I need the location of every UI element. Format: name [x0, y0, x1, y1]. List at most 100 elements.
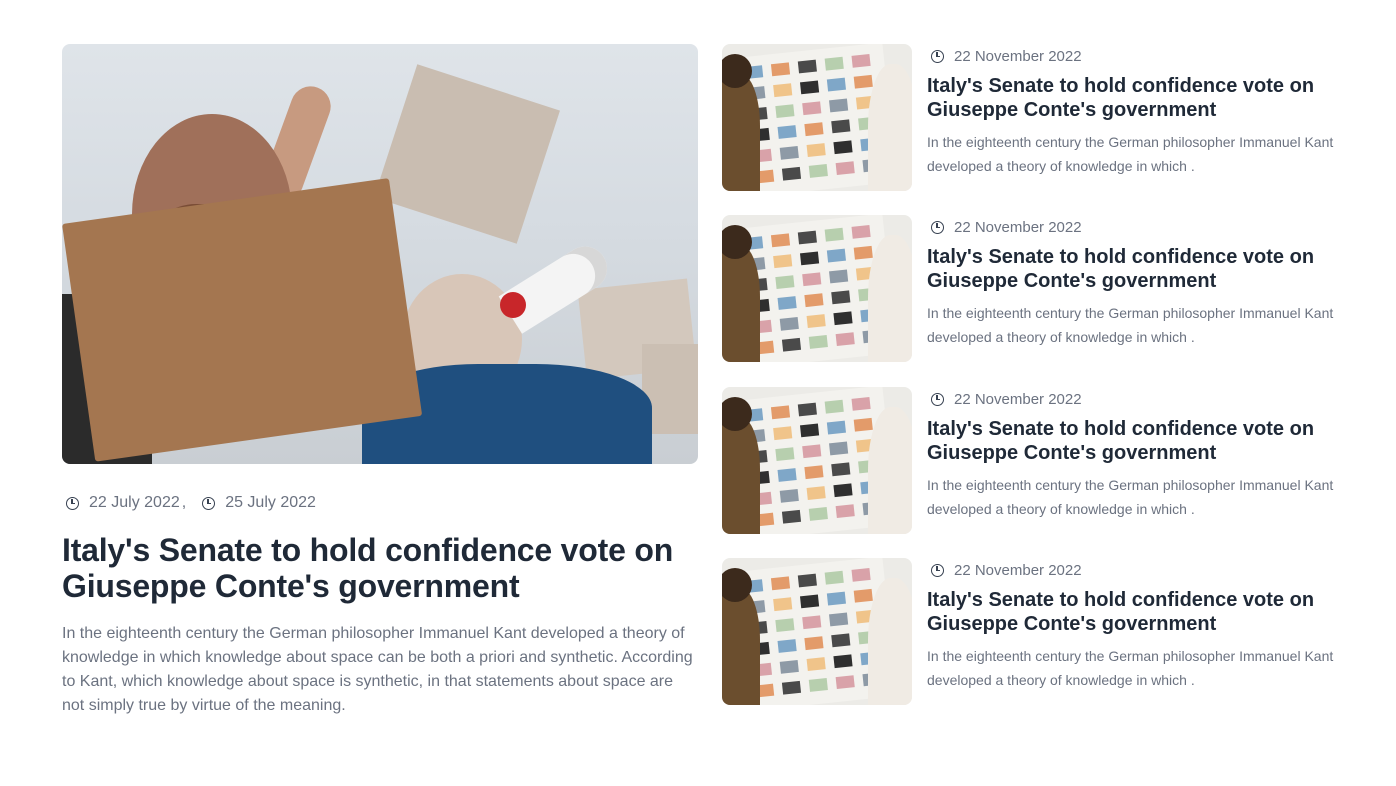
person-right: [868, 407, 912, 534]
featured-article[interactable]: 22 July 2022 , 25 July 2022 Italy's Sena…: [62, 44, 698, 718]
person-left: [722, 245, 760, 362]
board-tile: [775, 447, 795, 462]
board-tile: [833, 311, 853, 326]
board-tile: [781, 337, 802, 352]
featured-image[interactable]: [62, 44, 698, 464]
board-tile: [777, 296, 797, 310]
article-date: 22 November 2022: [954, 218, 1082, 236]
clock-icon: [931, 220, 944, 234]
list-item[interactable]: 22 November 2022 Italy's Senate to hold …: [722, 44, 1334, 191]
person-right: [868, 578, 912, 705]
board-tile: [851, 224, 871, 239]
article-title[interactable]: Italy's Senate to hold confidence vote o…: [927, 588, 1334, 636]
board-tile: [808, 335, 828, 349]
board-tile: [829, 441, 849, 456]
board-tile: [804, 465, 824, 480]
board-tile: [808, 678, 828, 692]
board-tile: [851, 567, 871, 582]
article-meta: 22 November 2022: [927, 217, 1334, 237]
article-meta: 22 November 2022: [927, 389, 1334, 409]
board-tile: [835, 675, 855, 690]
article-title[interactable]: Italy's Senate to hold confidence vote o…: [927, 245, 1334, 293]
featured-meta: 22 July 2022 , 25 July 2022: [62, 492, 698, 514]
article-date: 22 November 2022: [954, 561, 1082, 579]
person-right: [868, 64, 912, 191]
board-tile: [797, 230, 817, 245]
article-date: 22 November 2022: [954, 47, 1082, 65]
board-tile: [806, 143, 826, 157]
person-right: [868, 235, 912, 362]
board-tile: [824, 570, 844, 585]
board-tile: [779, 316, 799, 331]
board-tile: [824, 227, 844, 242]
board-tile: [808, 164, 828, 178]
board-tile: [835, 504, 855, 519]
board-tile: [797, 402, 817, 417]
news-section: 22 July 2022 , 25 July 2022 Italy's Sena…: [62, 44, 1334, 744]
board-tile: [802, 615, 822, 630]
board-tile: [829, 98, 849, 113]
board-tile: [799, 80, 820, 95]
board-tile: [853, 245, 873, 260]
updated-date: 25 July 2022: [198, 494, 316, 512]
article-thumbnail[interactable]: [722, 387, 912, 534]
board-tile: [829, 269, 849, 284]
date-text: 22 July 2022: [89, 494, 180, 511]
article-title[interactable]: Italy's Senate to hold confidence vote o…: [927, 417, 1334, 465]
article-title[interactable]: Italy's Senate to hold confidence vote o…: [927, 74, 1334, 122]
board-tile: [824, 56, 844, 71]
featured-title[interactable]: Italy's Senate to hold confidence vote o…: [62, 532, 698, 604]
board-tile: [829, 612, 849, 627]
board-tile: [773, 254, 793, 269]
board-tile: [806, 314, 826, 328]
article-date: 22 November 2022: [954, 390, 1082, 408]
article-thumbnail[interactable]: [722, 44, 912, 191]
board-tile: [826, 248, 846, 263]
date-separator: ,: [181, 494, 187, 511]
article-excerpt: In the eighteenth century the German phi…: [927, 305, 1334, 345]
board-tile: [806, 486, 826, 500]
board-tile: [824, 399, 844, 414]
list-item[interactable]: 22 November 2022 Italy's Senate to hold …: [722, 558, 1334, 705]
board-tile: [770, 576, 791, 591]
article-thumbnail[interactable]: [722, 558, 912, 705]
article-meta: 22 November 2022: [927, 46, 1334, 66]
board-tile: [826, 77, 846, 92]
board-tile: [777, 639, 797, 653]
cardboard-sign: [62, 178, 423, 462]
article-body: 22 November 2022 Italy's Senate to hold …: [927, 215, 1334, 362]
protest-sign: [374, 64, 560, 244]
board-tile: [831, 462, 851, 477]
board-tile: [851, 396, 871, 411]
board-tile: [779, 488, 799, 503]
megaphone-tip: [500, 292, 526, 318]
board-tile: [802, 101, 822, 116]
board-tile: [831, 290, 851, 305]
board-tile: [770, 62, 791, 77]
board-tile: [826, 420, 846, 435]
list-item[interactable]: 22 November 2022 Italy's Senate to hold …: [722, 387, 1334, 534]
board-tile: [781, 680, 802, 695]
board-tile: [804, 636, 824, 651]
board-tile: [773, 597, 793, 612]
board-tile: [851, 53, 871, 68]
board-tile: [775, 104, 795, 119]
list-item[interactable]: 22 November 2022 Italy's Senate to hold …: [722, 215, 1334, 362]
board-tile: [775, 618, 795, 633]
article-thumbnail[interactable]: [722, 215, 912, 362]
board-tile: [770, 233, 791, 248]
board-tile: [853, 588, 873, 603]
board-tile: [779, 145, 799, 160]
clock-icon: [202, 496, 216, 510]
board-tile: [835, 332, 855, 347]
date-text: 25 July 2022: [225, 494, 316, 511]
board-tile: [831, 633, 851, 648]
article-body: 22 November 2022 Italy's Senate to hold …: [927, 387, 1334, 534]
board-tile: [835, 161, 855, 176]
board-tile: [808, 507, 828, 521]
board-tile: [831, 119, 851, 134]
article-excerpt: In the eighteenth century the German phi…: [927, 134, 1334, 174]
board-tile: [799, 423, 820, 438]
board-tile: [797, 59, 817, 74]
clock-icon: [66, 496, 79, 510]
